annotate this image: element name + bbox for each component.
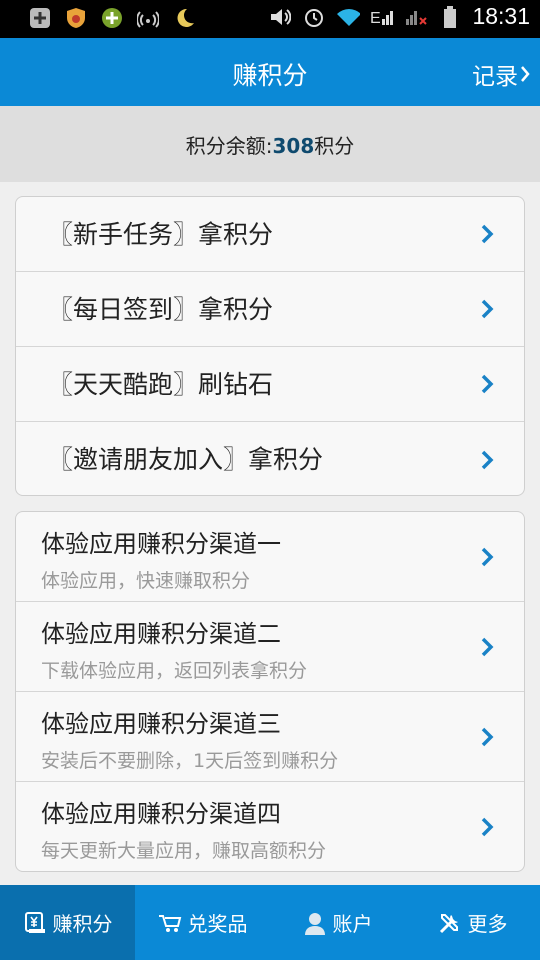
channel-list: 体验应用赚积分渠道一 体验应用，快速赚取积分 体验应用赚积分渠道二 下载体验应用… (15, 511, 525, 872)
clover-icon (100, 6, 124, 30)
signal-x-icon (404, 5, 428, 29)
cart-icon (158, 914, 181, 932)
chevron-right-icon (481, 224, 494, 244)
channel-title: 体验应用赚积分渠道一 (41, 530, 281, 558)
tools-icon (439, 913, 458, 933)
plus-notification-icon (28, 6, 52, 30)
channel-item-1[interactable]: 体验应用赚积分渠道一 体验应用，快速赚取积分 (16, 512, 524, 602)
title-bar: 赚积分 记录 (0, 38, 540, 106)
tab-label: 赚积分 (52, 912, 113, 936)
task-label: 〖邀请朋友加入〗拿积分 (48, 445, 324, 474)
system-icons: E 18:31 (268, 3, 530, 30)
channel-item-2[interactable]: 体验应用赚积分渠道二 下载体验应用，返回列表拿积分 (16, 602, 524, 692)
tab-label: 兑奖品 (187, 912, 248, 936)
wifi-hotspot-icon (136, 6, 160, 30)
balance-amount: 308 (272, 134, 315, 158)
chevron-right-icon (481, 450, 494, 469)
points-balance: 积分余额:308积分 (0, 106, 540, 182)
moon-icon (172, 6, 196, 30)
wifi-icon (336, 5, 361, 29)
channel-subtitle: 安装后不要删除，1天后签到赚积分 (41, 750, 339, 772)
chevron-right-icon (481, 299, 494, 319)
svg-text:E: E (370, 10, 381, 27)
channel-item-4[interactable]: 体验应用赚积分渠道四 每天更新大量应用，赚取高额积分 (16, 782, 524, 871)
task-label: 〖天天酷跑〗刷钻石 (48, 370, 274, 399)
user-icon (304, 912, 325, 935)
balance-prefix: 积分余额: (185, 134, 273, 158)
task-label: 〖每日签到〗拿积分 (48, 295, 274, 324)
channel-subtitle: 每天更新大量应用，赚取高额积分 (41, 840, 327, 862)
task-label: 〖新手任务〗拿积分 (48, 220, 274, 249)
yen-card-icon (24, 911, 45, 933)
channel-title: 体验应用赚积分渠道三 (41, 710, 281, 738)
record-label: 记录 (472, 64, 518, 90)
channel-subtitle: 下载体验应用，返回列表拿积分 (41, 660, 308, 682)
chevron-right-icon (481, 817, 494, 837)
task-item-newbie[interactable]: 〖新手任务〗拿积分 (16, 197, 524, 272)
tab-label: 账户 (332, 912, 373, 936)
chevron-right-icon (481, 374, 494, 394)
tab-earn-points[interactable]: 赚积分 (0, 885, 135, 960)
shield-icon (64, 6, 88, 30)
bottom-nav: 赚积分 兑奖品 账户 更多 (0, 885, 540, 960)
tab-more[interactable]: 更多 (405, 885, 540, 960)
chevron-right-icon (481, 547, 494, 566)
chevron-right-icon (481, 727, 494, 746)
task-list: 〖新手任务〗拿积分 〖每日签到〗拿积分 〖天天酷跑〗刷钻石 〖邀请朋友加入〗拿积… (15, 196, 525, 496)
record-button[interactable]: 记录 (472, 57, 530, 91)
volume-icon (268, 5, 292, 29)
task-item-everyday-run[interactable]: 〖天天酷跑〗刷钻石 (16, 347, 524, 422)
tab-account[interactable]: 账户 (270, 885, 405, 960)
chevron-right-icon (481, 637, 494, 656)
task-item-invite-friends[interactable]: 〖邀请朋友加入〗拿积分 (16, 422, 524, 495)
channel-subtitle: 体验应用，快速赚取积分 (41, 570, 251, 592)
signal-e-icon: E (370, 5, 394, 29)
channel-item-3[interactable]: 体验应用赚积分渠道三 安装后不要删除，1天后签到赚积分 (16, 692, 524, 782)
task-item-daily-checkin[interactable]: 〖每日签到〗拿积分 (16, 272, 524, 347)
clock-time: 18:31 (472, 3, 530, 29)
notification-icons (28, 6, 196, 30)
battery-icon (438, 5, 462, 29)
chevron-right-icon (521, 66, 530, 82)
status-bar: E 18:31 (0, 0, 540, 38)
balance-suffix: 积分 (314, 134, 355, 158)
tab-label: 更多 (467, 912, 508, 936)
channel-title: 体验应用赚积分渠道四 (41, 800, 281, 828)
alarm-icon (302, 5, 326, 29)
page-title: 赚积分 (232, 61, 308, 90)
tab-redeem-prizes[interactable]: 兑奖品 (135, 885, 270, 960)
channel-title: 体验应用赚积分渠道二 (41, 620, 281, 648)
